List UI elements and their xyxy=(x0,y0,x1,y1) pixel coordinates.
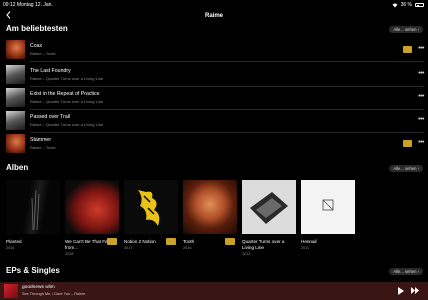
more-options-button[interactable]: ••• xyxy=(418,93,424,100)
eps-see-all-button[interactable]: Alle... sehen › xyxy=(389,268,423,276)
album-year: 2016 xyxy=(6,245,15,250)
song-subtitle: Raime – Quarter Turns over a Living Line xyxy=(30,99,104,104)
play-icon[interactable] xyxy=(398,287,404,295)
albums-see-all-button[interactable]: Alle... sehen › xyxy=(389,165,423,173)
album-title: Hennail xyxy=(301,239,317,244)
battery-percent: 36 % xyxy=(400,2,412,8)
more-options-button[interactable]: ••• xyxy=(418,116,424,123)
album-tile[interactable]: Hennail 2011 xyxy=(301,180,355,250)
hi-res-badge-icon xyxy=(403,140,412,147)
song-title: Exist in the Repeat of Practice xyxy=(30,91,100,97)
song-row[interactable]: Exist in the Repeat of Practice Raime – … xyxy=(6,88,424,108)
page-title: Raime xyxy=(204,13,223,19)
song-artwork xyxy=(6,65,25,84)
eps-heading: EPs & Singles xyxy=(6,266,60,275)
song-subtitle: Raime – Quarter Turns over a Living Line xyxy=(30,76,104,81)
album-cover xyxy=(124,180,178,234)
album-cover xyxy=(301,180,355,234)
now-playing-artwork xyxy=(4,284,18,298)
status-time: 09:12 Montag 12. Jan. xyxy=(3,2,53,8)
divider xyxy=(30,61,424,62)
hi-res-badge-icon xyxy=(225,238,235,245)
album-cover xyxy=(65,180,119,234)
albums-carousel: Planted 2016 We Can't Be That Far from..… xyxy=(6,180,426,260)
status-right: 36 % xyxy=(392,2,424,8)
album-cover xyxy=(242,180,296,234)
album-year: 2017 xyxy=(124,245,133,250)
song-row[interactable]: Passed over Trail Raime – Quarter Turns … xyxy=(6,111,424,131)
divider xyxy=(30,132,424,133)
song-artwork xyxy=(6,111,25,130)
album-title: Planted xyxy=(6,239,22,244)
album-tile[interactable]: We Can't Be That Far from... 2018 xyxy=(65,180,119,256)
divider xyxy=(30,109,424,110)
albums-heading: Alben xyxy=(6,163,29,172)
mini-player[interactable]: goodnews wlim See Through Me, I Dare You… xyxy=(0,282,428,300)
more-options-button[interactable]: ••• xyxy=(418,70,424,77)
album-tile[interactable]: Notion 2 Notion 2017 xyxy=(124,180,178,250)
song-artwork xyxy=(6,134,25,153)
song-subtitle: Raime – Tooth xyxy=(30,145,56,150)
album-year: 2018 xyxy=(65,251,74,256)
top-songs-heading: Am beliebtesten xyxy=(6,24,68,33)
wifi-icon xyxy=(392,3,398,7)
now-playing-title: goodnews wlim xyxy=(22,285,55,290)
song-title: Stammer xyxy=(30,137,52,143)
song-artwork xyxy=(6,88,25,107)
song-title: Passed over Trail xyxy=(30,114,71,120)
top-songs-see-all-button[interactable]: Alle... sehen › xyxy=(389,26,423,34)
song-row[interactable]: The Last Foundry Raime – Quarter Turns o… xyxy=(6,65,424,85)
album-tile[interactable]: Planted 2016 xyxy=(6,180,60,250)
album-year: 2016 xyxy=(183,245,192,250)
song-artwork xyxy=(6,40,25,59)
album-tile[interactable]: Tooth 2016 xyxy=(183,180,237,250)
battery-icon xyxy=(415,3,424,7)
song-subtitle: Raime – Tooth xyxy=(30,51,56,56)
status-bar: 09:12 Montag 12. Jan. 36 % xyxy=(0,0,428,10)
album-title: Quarter Turns over a Living Line xyxy=(242,239,285,250)
hi-res-badge-icon xyxy=(166,238,176,245)
song-subtitle: Raime – Quarter Turns over a Living Line xyxy=(30,122,104,127)
skip-forward-icon[interactable] xyxy=(411,287,420,297)
song-title: Coax xyxy=(30,43,43,49)
album-cover xyxy=(6,180,60,234)
album-year: 2012 xyxy=(242,251,251,256)
divider xyxy=(30,86,424,87)
album-tile[interactable]: Quarter Turns over a Living Line 2012 xyxy=(242,180,296,256)
more-options-button[interactable]: ••• xyxy=(418,45,424,52)
nav-bar: Raime xyxy=(0,11,428,25)
now-playing-subtitle: See Through Me, I Dare You – Raime xyxy=(22,292,86,296)
album-year: 2011 xyxy=(301,245,310,250)
hi-res-badge-icon xyxy=(403,46,412,53)
song-row[interactable]: Stammer Raime – Tooth ••• xyxy=(6,134,424,154)
more-options-button[interactable]: ••• xyxy=(418,139,424,146)
album-cover xyxy=(183,180,237,234)
song-title: The Last Foundry xyxy=(30,68,71,74)
song-row[interactable]: Coax Raime – Tooth ••• xyxy=(6,40,424,60)
hi-res-badge-icon xyxy=(107,238,117,245)
